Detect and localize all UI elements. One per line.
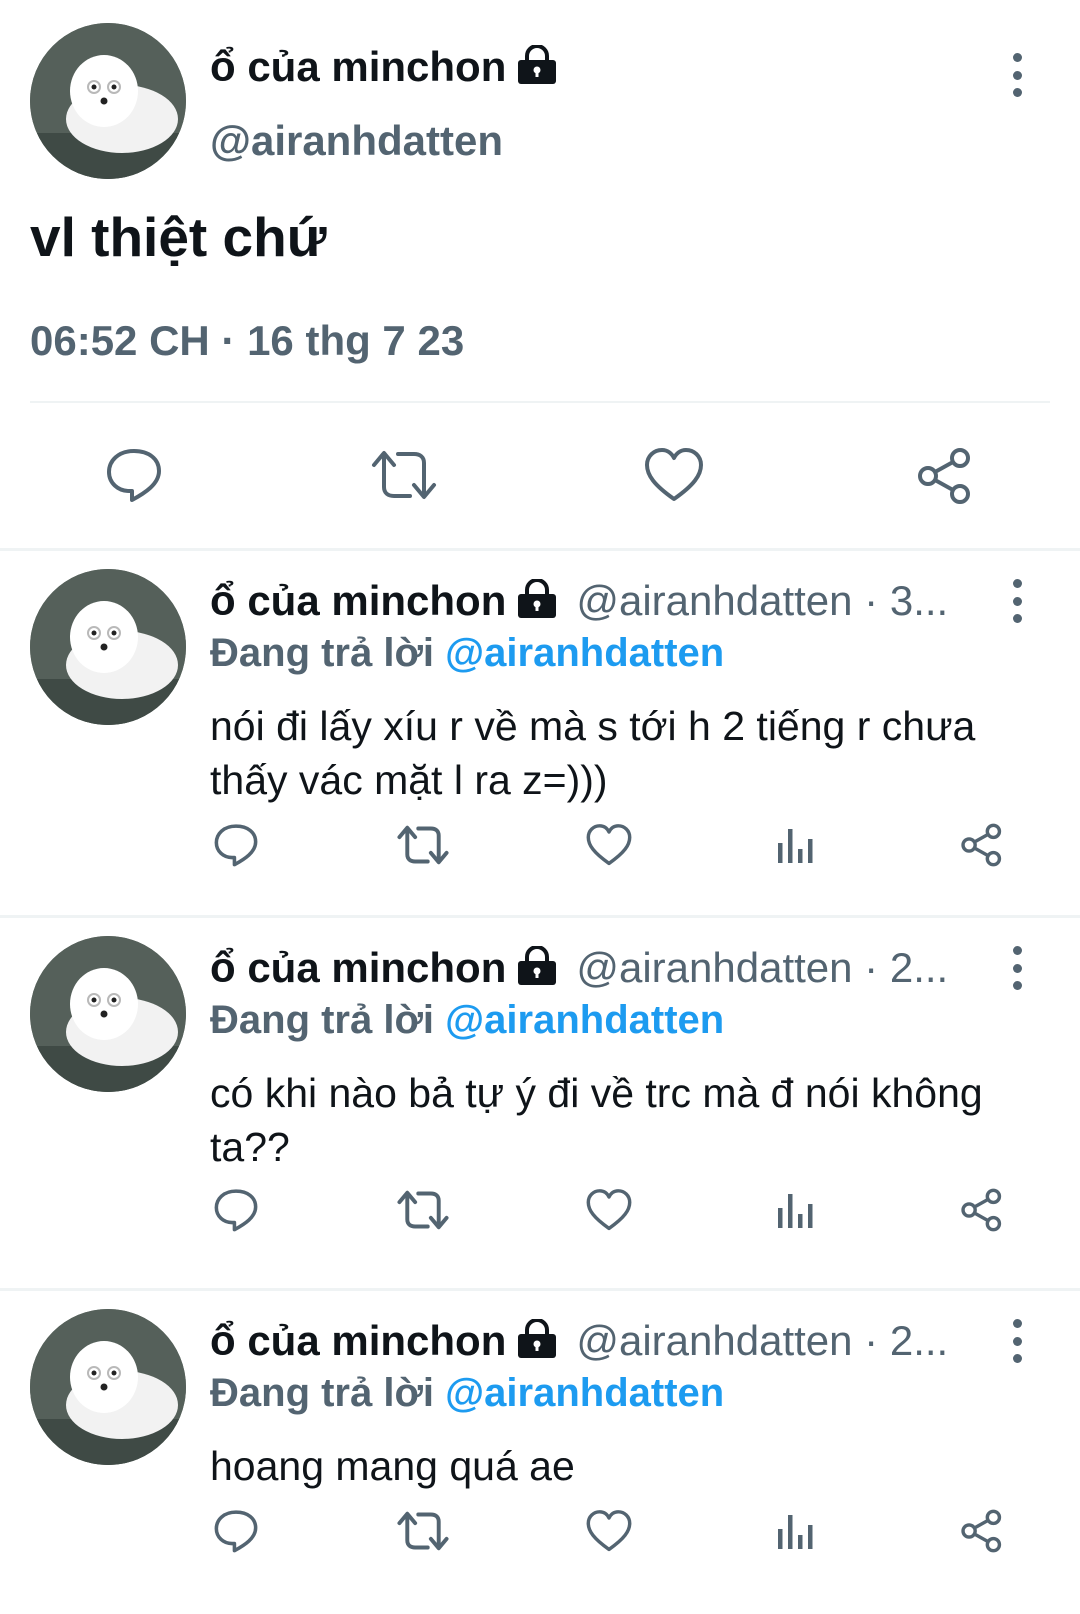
retweet-icon (397, 825, 449, 865)
reply-tweet[interactable]: ổ của minchon @airanhdatten · 3... Đang t… (0, 551, 1080, 915)
like-button[interactable] (644, 447, 704, 503)
retweet-icon (372, 451, 436, 499)
divider (30, 401, 1050, 403)
replying-to: Đang trả lời @airanhdatten (210, 998, 725, 1042)
more-vertical-icon[interactable] (1007, 579, 1027, 623)
more-vertical-icon[interactable] (1007, 1319, 1027, 1363)
tweet-text: nói đi lấy xíu r về mà s tới h 2 tiếng r… (210, 703, 976, 803)
reply-button[interactable] (213, 1509, 259, 1553)
share-button[interactable] (916, 447, 974, 505)
mention-link[interactable]: @airanhdatten (445, 998, 724, 1042)
views-button[interactable] (776, 825, 816, 865)
avatar[interactable] (30, 1309, 186, 1465)
lock-icon (518, 946, 557, 985)
lock-icon (518, 579, 557, 618)
tweet-text: vl thiệt chứ (30, 206, 327, 268)
reply-tweet[interactable]: ổ của minchon @airanhdatten · 2... Đang t… (0, 918, 1080, 1288)
lock-icon (518, 1319, 557, 1358)
more-vertical-icon[interactable] (1007, 946, 1027, 990)
retweet-icon (397, 1190, 449, 1230)
replying-to: Đang trả lời @airanhdatten (210, 1371, 725, 1415)
mention-link[interactable]: @airanhdatten (445, 1371, 724, 1415)
share-icon (961, 823, 1002, 867)
heart-icon (586, 1510, 632, 1552)
views-chart-icon (778, 1515, 813, 1549)
share-icon (961, 1188, 1002, 1232)
avatar[interactable] (30, 23, 186, 179)
like-button[interactable] (586, 1188, 632, 1232)
retweet-button[interactable] (370, 447, 438, 503)
reply-bubble-icon (214, 1189, 258, 1232)
views-button[interactable] (776, 1511, 816, 1551)
tweet-text: hoang mang quá ae (210, 1443, 575, 1489)
display-name[interactable]: ổ của minchon @airanhdatten · 2... (210, 1317, 948, 1365)
mention-link[interactable]: @airanhdatten (445, 631, 724, 675)
views-chart-icon (778, 829, 813, 863)
more-vertical-icon[interactable] (1007, 53, 1027, 97)
like-button[interactable] (586, 823, 632, 867)
retweet-button[interactable] (396, 1188, 450, 1232)
main-tweet: ổ của minchon @airanhdatten vl thiệt chứ… (0, 0, 1080, 548)
retweet-button[interactable] (396, 1509, 450, 1553)
share-icon (918, 448, 970, 504)
replying-to: Đang trả lời @airanhdatten (210, 631, 725, 675)
share-button[interactable] (960, 823, 1004, 867)
share-icon (961, 1509, 1002, 1553)
heart-icon (586, 824, 632, 866)
display-name[interactable]: ổ của minchon @airanhdatten · 3... (210, 577, 948, 625)
display-name[interactable]: ổ của minchon @airanhdatten · 2... (210, 944, 948, 992)
views-chart-icon (778, 1194, 813, 1228)
heart-icon (645, 448, 703, 501)
heart-icon (586, 1189, 632, 1231)
views-button[interactable] (776, 1190, 816, 1230)
handle[interactable]: @airanhdatten (210, 117, 503, 165)
reply-button[interactable] (213, 823, 259, 867)
handle-time: @airanhdatten · 3... (576, 577, 949, 624)
timestamp[interactable]: 06:52 CH · 16 thg 7 23 (30, 317, 464, 365)
reply-bubble-icon (214, 824, 258, 867)
lock-icon (518, 45, 557, 84)
reply-button[interactable] (105, 447, 163, 503)
avatar[interactable] (30, 569, 186, 725)
share-button[interactable] (960, 1509, 1004, 1553)
avatar[interactable] (30, 936, 186, 1092)
like-button[interactable] (586, 1509, 632, 1553)
tweet-text: có khi nào bả tự ý đi về trc mà đ nói kh… (210, 1070, 983, 1170)
reply-button[interactable] (213, 1188, 259, 1232)
retweet-button[interactable] (396, 823, 450, 867)
display-name[interactable]: ổ của minchon (210, 43, 558, 91)
reply-tweet[interactable]: ổ của minchon @airanhdatten · 2... Đang t… (0, 1291, 1080, 1614)
reply-bubble-icon (107, 449, 161, 502)
handle-time: @airanhdatten · 2... (576, 944, 949, 991)
retweet-icon (397, 1511, 449, 1551)
reply-bubble-icon (214, 1510, 258, 1553)
handle-time: @airanhdatten · 2... (576, 1317, 949, 1364)
share-button[interactable] (960, 1188, 1004, 1232)
